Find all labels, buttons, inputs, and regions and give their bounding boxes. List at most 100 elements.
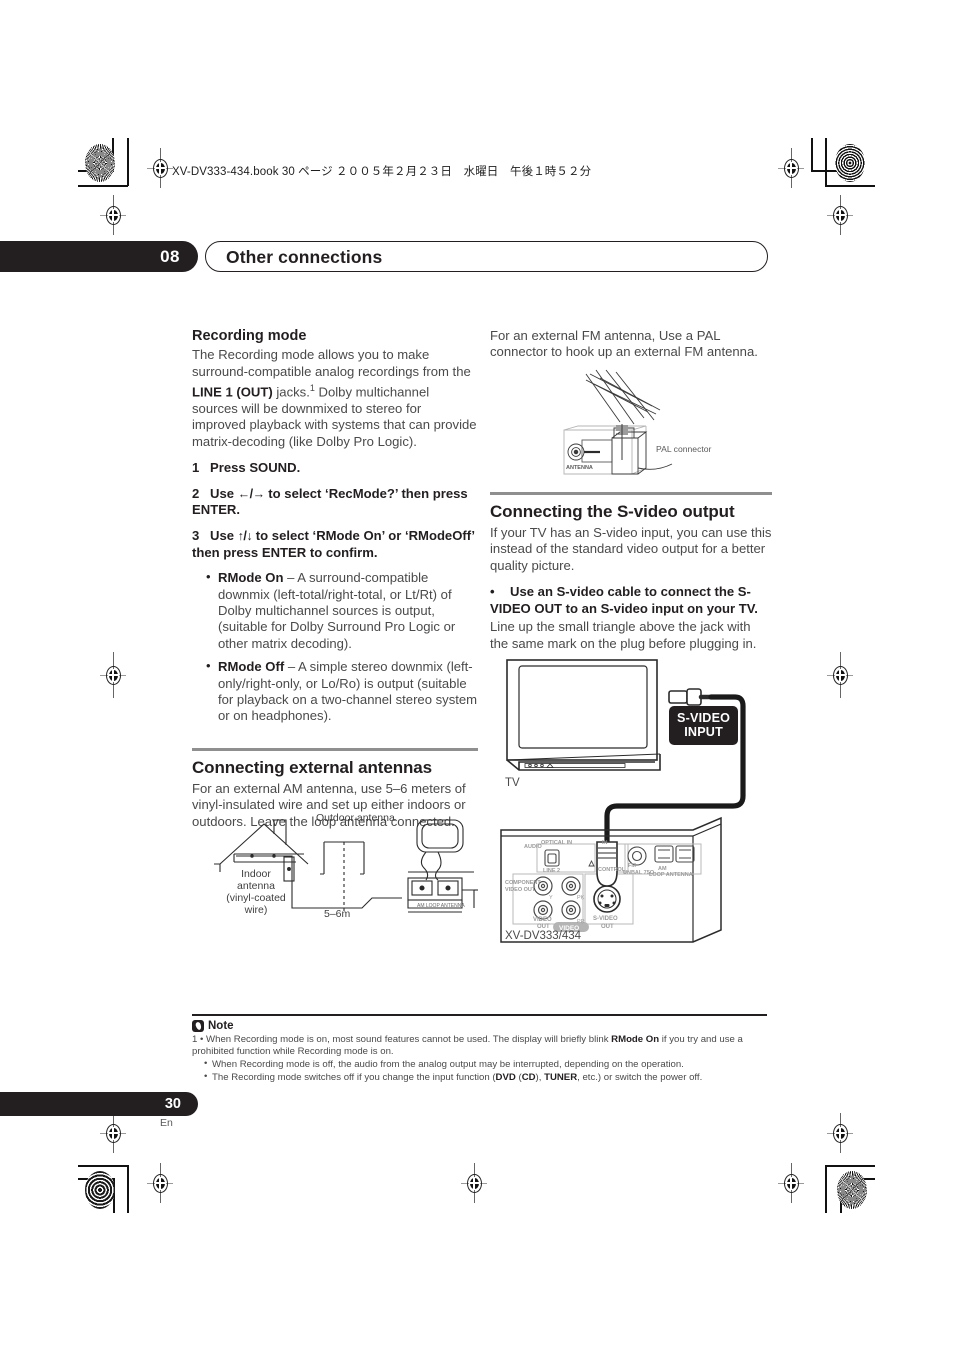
svg-text:LOOP ANTENNA: LOOP ANTENNA (649, 872, 693, 878)
left-right-arrow-icon: ←/→ (237, 486, 265, 501)
note-footnote-1: 1 • When Recording mode is on, most soun… (192, 1033, 743, 1057)
file-header-line: XV-DV333-434.book 30 ページ ２００５年２月２３日 水曜日 … (172, 166, 592, 178)
registration-mark-left-upper (100, 195, 126, 235)
svg-text:CONTROL: CONTROL (598, 867, 626, 873)
page-title: Other connections (226, 247, 383, 267)
rmode-on-term: RMode On (218, 570, 284, 586)
registration-mark-right-middle (827, 652, 853, 698)
note-3-text-a: The Recording mode switches off if you c… (212, 1072, 496, 1084)
note-header: Note (192, 1019, 767, 1032)
recording-mode-heading: Recording mode (192, 328, 307, 344)
registration-mark-bottom-left (147, 1163, 173, 1203)
crop-mark-top-right-horizontal (825, 185, 875, 187)
am-antenna-figure: AM LOOP ANTENNA Outdoor antenna Indoor an… (212, 812, 480, 930)
s-video-input-line1: S-VIDEO (677, 711, 731, 725)
list-item: RMode Off – A simple stereo downmix (lef… (206, 658, 478, 725)
page-language-label: En (160, 1117, 173, 1129)
note-list: When Recording mode is off, the audio fr… (192, 1058, 767, 1084)
fm-antenna-figure: ANTENNA PAL connector (560, 368, 760, 484)
section-rule-antennas (192, 747, 478, 752)
step-1-text: Press SOUND. (210, 460, 301, 476)
step-2: 2 Use ←/→ to select ‘RecMode?’ then press… (192, 486, 478, 519)
bullet-dot-icon: • (490, 584, 495, 600)
halftone-patch-top-left (85, 144, 115, 182)
chapter-number-badge: 08 (0, 241, 198, 272)
registration-mark-top-right (778, 148, 804, 188)
crop-mark-top-right-vertical (825, 138, 827, 186)
note-1-text-a: When Recording mode is on, most sound fe… (206, 1033, 612, 1045)
registration-mark-left-lower (100, 1113, 126, 1153)
note-body: 1 • When Recording mode is on, most soun… (192, 1034, 767, 1085)
crop-mark-bottom-left-vertical (127, 1165, 129, 1213)
svg-text:OPTICAL IN: OPTICAL IN (541, 840, 572, 846)
note-3-bold-dvd: DVD (495, 1072, 516, 1084)
antenna-length-label: 5–6m (324, 908, 351, 920)
s-video-heading: Connecting the S-video output (490, 502, 735, 522)
registration-mark-right-upper (827, 195, 853, 235)
step-1-number: 1 (192, 460, 200, 476)
model-label: XV-DV333/434 (505, 930, 582, 942)
note-3-text-c: ), (535, 1072, 545, 1084)
line1-out-label: LINE 1 (OUT) (192, 384, 273, 400)
registration-mark-left-middle (100, 652, 126, 698)
s-video-bullet-bold: Use an S-video cable to connect the S-VI… (490, 584, 758, 616)
antenna-jack-label: ANTENNA (566, 465, 593, 471)
registration-mark-top-left (147, 148, 173, 188)
crop-mark-bottom-right-vertical (825, 1165, 827, 1213)
chapter-title-pill: Other connections (205, 241, 768, 272)
registration-mark-bottom-right (778, 1163, 804, 1203)
rmode-off-term: RMode Off (218, 659, 285, 675)
step-1: 1 Press SOUND. (192, 460, 478, 477)
note-label: Note (208, 1019, 234, 1032)
note-icon (192, 1019, 204, 1032)
s-video-bullet-rest: Line up the small triangle above the jac… (490, 619, 757, 651)
svg-text:Y: Y (549, 895, 553, 901)
note-block: Note 1 • When Recording mode is on, most… (192, 1014, 767, 1085)
manual-page: XV-DV333-434.book 30 ページ ２００５年２月２３日 水曜日 … (0, 0, 954, 1351)
halftone-patch-bottom-right (837, 1171, 867, 1209)
s-video-diagram-svg: VIDEO AUDIO OPTICAL IN LINE 2 IN CONTROL… (500, 659, 746, 943)
registration-mark-bottom-center (461, 1163, 487, 1203)
s-video-bullet: • Use an S-video cable to connect the S-V… (490, 584, 772, 617)
list-item: RMode On – A surround-compatible downmix… (206, 569, 478, 652)
svg-text:LINE 2: LINE 2 (543, 868, 560, 874)
outdoor-antenna-label: Outdoor antenna (316, 812, 395, 824)
indoor-antenna-label: Indoor antenna (vinyl-coated wire) (226, 868, 286, 916)
note-3-bold-cd: CD (521, 1072, 536, 1084)
svg-text:FM: FM (628, 863, 636, 869)
svg-text:OUT: OUT (601, 924, 614, 930)
s-video-input-badge: S-VIDEO INPUT (669, 706, 739, 745)
external-antennas-heading: Connecting external antennas (192, 758, 432, 778)
svg-text:IN: IN (602, 840, 608, 846)
svg-text:COMPONENT: COMPONENT (505, 880, 541, 886)
crop-mark-bottom-left-horizontal (78, 1165, 128, 1167)
svg-text:VIDEO OUT: VIDEO OUT (505, 887, 536, 893)
svg-text:AUDIO: AUDIO (524, 844, 542, 850)
left-column: Recording mode The Recording mode allows… (192, 328, 478, 840)
s-video-input-line2: INPUT (684, 725, 723, 739)
list-item: When Recording mode is off, the audio fr… (204, 1058, 767, 1071)
step-2-number: 2 (192, 485, 200, 501)
intro-text-2: jacks. (272, 384, 310, 400)
note-rule (192, 1014, 767, 1016)
tv-label: TV (505, 777, 520, 789)
halftone-patch-top-right (835, 144, 865, 182)
halftone-patch-bottom-left (85, 1171, 115, 1209)
rmode-bullet-list: RMode On – A surround-compatible downmix… (192, 569, 478, 725)
note-footnote-marker: 1 (192, 1033, 198, 1045)
svg-text:AM LOOP ANTENNA: AM LOOP ANTENNA (417, 903, 465, 909)
crop-mark-top-left-vertical (127, 138, 129, 186)
right-column: For an external FM antenna, Use a PAL co… (490, 328, 772, 371)
svg-text:S-VIDEO: S-VIDEO (593, 916, 618, 922)
registration-mark-right-lower (827, 1113, 853, 1153)
note-2-text: When Recording mode is off, the audio fr… (212, 1059, 684, 1070)
list-item: The Recording mode switches off if you c… (204, 1071, 767, 1084)
fm-antenna-diagram-svg: ANTENNA (563, 369, 673, 475)
svg-text:PṚ: PṚ (577, 919, 585, 925)
step-3: 3 Use ↑/↓ to select ‘RMode On’ or ‘RModeO… (192, 528, 478, 561)
fm-antenna-body: For an external FM antenna, Use a PAL co… (490, 328, 758, 360)
svg-text:VIDEO: VIDEO (533, 917, 552, 923)
note-1-bold: RMode On (611, 1033, 660, 1045)
section-rule-svideo (490, 492, 772, 496)
crop-mark-top-left-horizontal (78, 185, 128, 187)
